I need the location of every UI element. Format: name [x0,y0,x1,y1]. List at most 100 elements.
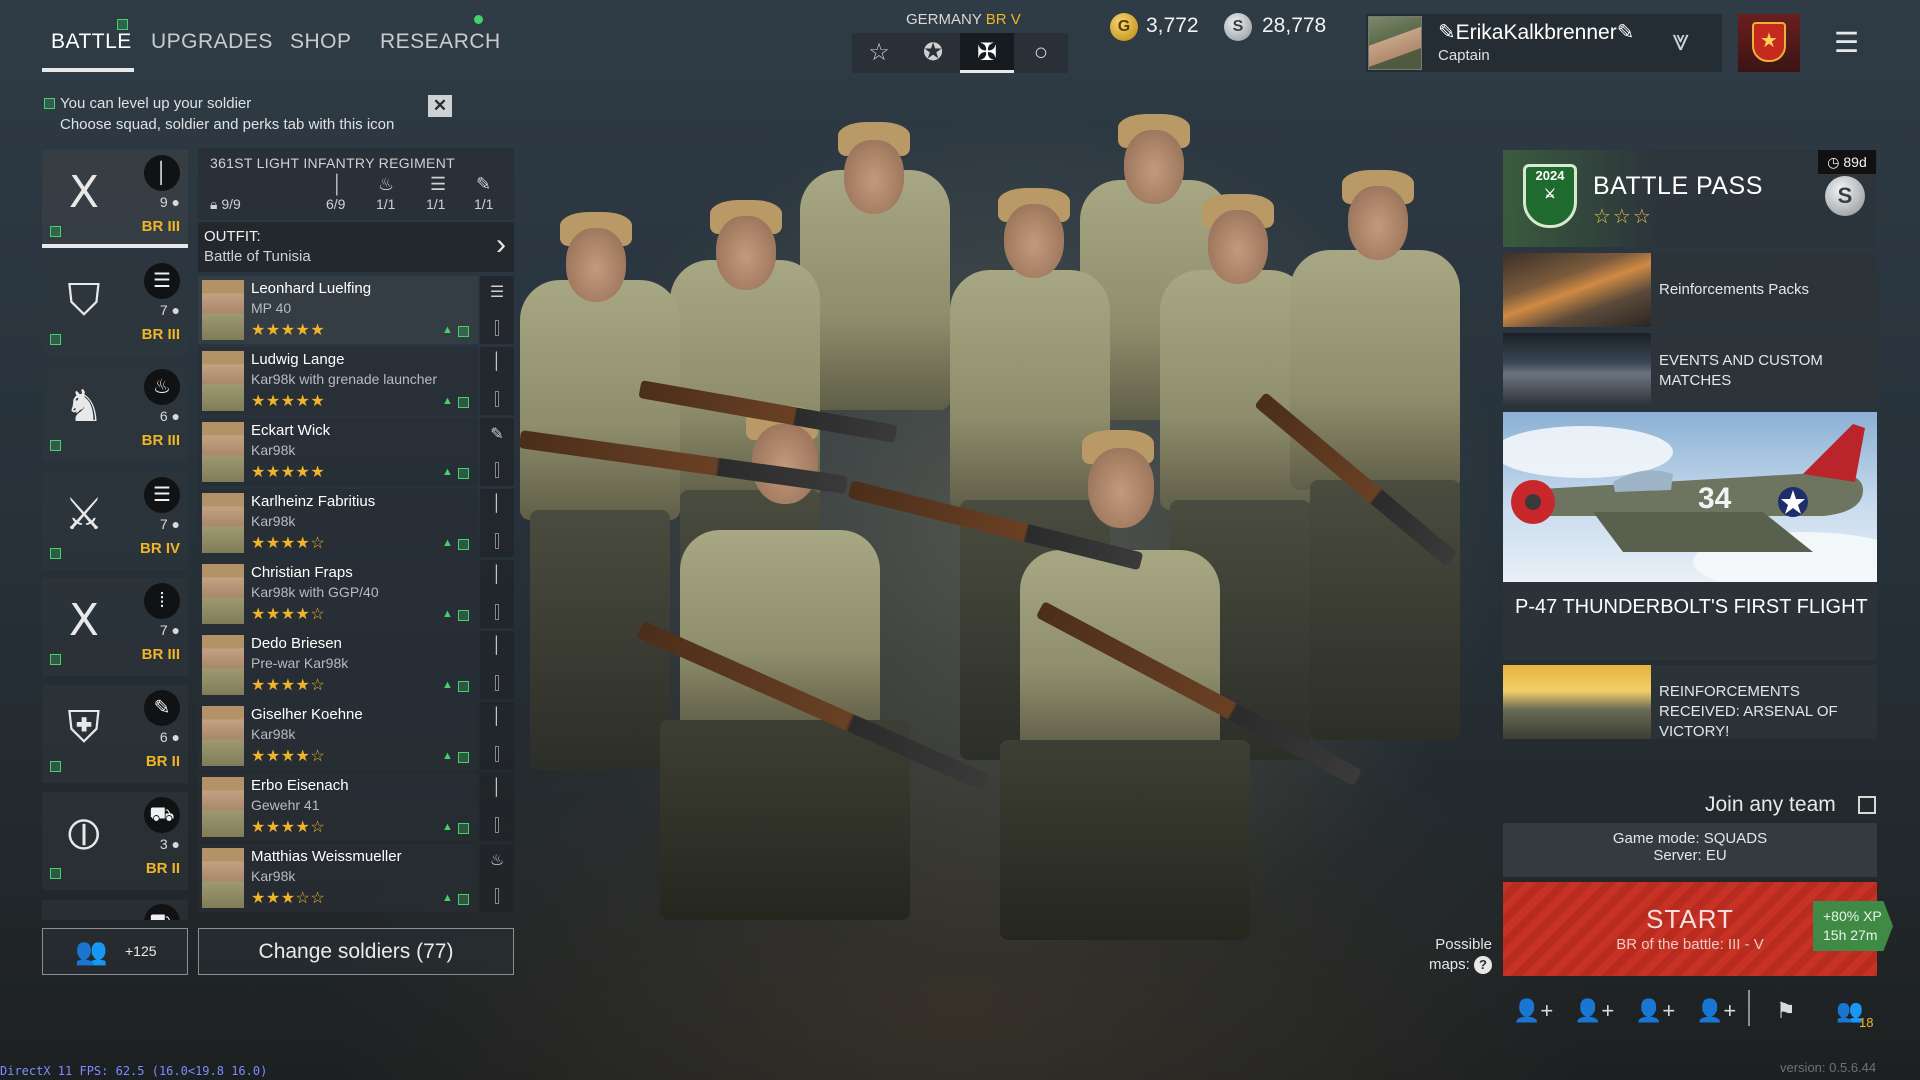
squad-soldier-count: 7 ● [159,622,180,638]
squad-br: BR II [145,860,180,877]
soldier-class-icon: ✎ [490,426,504,443]
soldier-class-slot[interactable]: │ [480,702,514,770]
possible-maps[interactable]: Possible maps: ? [1418,935,1492,975]
soldier-class-slot[interactable]: ✎ [480,418,514,486]
nation-usa-button[interactable]: ☆ [852,33,906,73]
news-reinforcements-packs[interactable]: Reinforcements Packs [1503,253,1877,327]
invite-friend-icon[interactable]: 👤+ [1574,998,1614,1024]
squad-soldier-count: 6 ● [159,729,180,745]
invite-friend-icon[interactable]: 👤+ [1696,998,1736,1024]
squad-card[interactable]: ⦶ ⛟ 3 ● BR II [42,792,188,890]
level-up-icon: ▲ [442,466,453,478]
flame-icon: ♨ [144,369,180,405]
flag-icon[interactable]: ⚑ [1776,998,1796,1024]
soldier-name: Giselher Koehne [251,706,363,723]
news-events-custom-matches[interactable]: EVENTS AND CUSTOM MATCHES [1503,333,1877,407]
rifle-icon: │ [144,155,180,191]
add-squad-button[interactable]: 👥 +125 [42,928,188,975]
soldier-name: Eckart Wick [251,422,331,439]
soldier-weapon: Gewehr 41 [251,797,320,813]
regiment-stat-list: 1/1 [426,196,446,212]
new-indicator-icon [117,19,128,30]
gold-coin-icon: G [1110,13,1138,41]
squad-card[interactable]: Ⅹ │ 9 ● BR III [42,150,188,248]
upgrade-available-icon [458,326,469,337]
squad-card[interactable]: ⚔ ☰ 7 ● BR IV [42,472,188,570]
person-icon: ● [171,836,180,852]
flame-icon: ♨ [378,174,395,194]
army-badge[interactable]: ★ [1738,14,1800,72]
squad-card[interactable]: Ⅹ ⁞ 7 ● BR III [42,578,188,676]
soldier-row[interactable]: Erbo Eisenach Gewehr 41 ★★★★☆ ▲ [198,773,478,841]
plane-number: 34 [1698,482,1732,515]
squad-card[interactable]: ⛟ [42,900,188,920]
slot-indicator [495,320,499,336]
regiment-stat-wrench: 1/1 [474,196,494,212]
tab-research[interactable]: RESEARCH [380,30,501,54]
silver-coin-icon: S [1825,176,1865,216]
soldier-class-slot[interactable]: │ [480,560,514,628]
nation-ussr-button[interactable]: ✪ [906,33,960,73]
tab-upgrades[interactable]: UPGRADES [151,30,273,54]
news-thumbnail [1503,253,1651,327]
tab-shop[interactable]: SHOP [290,30,352,54]
soldier-class-icon: │ [492,637,502,654]
avatar[interactable] [1368,16,1422,70]
soldier-rank-stars: ★★★★★ [251,464,326,481]
level-up-icon: ▲ [442,679,453,691]
star-icon: ☆ [868,39,890,66]
outfit-selector[interactable]: OUTFIT: Battle of Tunisia › [198,222,514,272]
soldier-row[interactable]: Eckart Wick Kar98k ★★★★★ ▲ [198,418,478,486]
regiment-header: 361ST LIGHT INFANTRY REGIMENT 🔒︎ 9/9 │ 6… [198,148,514,220]
join-any-team-checkbox[interactable] [1858,796,1876,814]
lock-icon: 🔒︎ [210,196,218,212]
squad-card[interactable]: ⛨ ✎ 6 ● BR II [42,685,188,783]
soldier-name: Erbo Eisenach [251,777,349,794]
person-icon: ● [171,729,180,745]
soldier-class-slot[interactable]: │ [480,489,514,557]
silver-amount[interactable]: 28,778 [1262,14,1326,38]
soldier-class-slot[interactable]: ♨ [480,844,514,912]
soldier-row[interactable]: Karlheinz Fabritius Kar98k ★★★★☆ ▲ [198,489,478,557]
game-mode-info[interactable]: Game mode: SQUADS Server: EU [1503,823,1877,877]
soldier-class-slot[interactable]: ☰ [480,276,514,344]
change-soldiers-button[interactable]: Change soldiers (77) [198,928,514,975]
soldier-row[interactable]: Ludwig Lange Kar98k with grenade launcher… [198,347,478,415]
news-arsenal-of-victory[interactable]: REINFORCEMENTS RECEIVED: ARSENAL OF VICT… [1503,665,1877,740]
list-icon: ☰ [430,174,447,194]
nation-germany-button[interactable]: ✠ [960,33,1014,73]
gold-amount[interactable]: 3,772 [1146,14,1199,38]
group-icon: 👥 [75,936,108,966]
squad-card[interactable]: ♞ ♨ 6 ● BR III [42,364,188,462]
soldier-row[interactable]: Giselher Koehne Kar98k ★★★★☆ ▲ [198,702,478,770]
news-p47-first-flight[interactable]: 34 P-47 THUNDERBOLT'S FIRST FLIGHT [1503,412,1877,660]
upgrade-available-icon [50,868,61,879]
soldier-row[interactable]: Christian Fraps Kar98k with GGP/40 ★★★★☆ ▲ [198,560,478,628]
shield-star-icon: ★ [1752,22,1786,62]
soldier-class-slot[interactable]: │ [480,773,514,841]
squad-br: BR II [145,753,180,770]
nation-japan-button[interactable]: ○ [1014,33,1068,73]
close-hint-button[interactable]: ✕ [428,95,452,117]
soldier-weapon: Kar98k with grenade launcher [251,371,438,387]
soldier-row[interactable]: Dedo Briesen Pre-war Kar98k ★★★★☆ ▲ [198,631,478,699]
soldier-class-slot[interactable]: │ [480,631,514,699]
soldier-portrait [202,777,244,837]
soldier-row[interactable]: Leonhard Luelfing MP 40 ★★★★★ ▲ [198,276,478,344]
upgrade-available-icon [458,752,469,763]
battle-pass-title: BATTLE PASS [1593,172,1763,200]
regiment-stat-flame: 1/1 [376,196,396,212]
chevron-right-icon: › [496,228,506,261]
outfit-label: OUTFIT: [204,228,261,245]
squad-card[interactable]: ⛉ ☰ 7 ● BR III [42,258,188,356]
invite-friend-icon[interactable]: 👤+ [1635,998,1675,1024]
battle-pass-timer: ◷ 89d [1818,150,1876,174]
rank-chevron-icon[interactable]: ⩔ [1672,24,1689,58]
tab-battle[interactable]: BATTLE [51,30,132,54]
slot-indicator [495,817,499,833]
soldier-row[interactable]: Matthias Weissmueller Kar98k ★★★☆☆ ▲ [198,844,478,912]
version-label: version: 0.5.6.44 [1780,1060,1877,1075]
soldier-class-slot[interactable]: │ [480,347,514,415]
invite-friend-icon[interactable]: 👤+ [1513,998,1553,1024]
menu-icon[interactable]: ☰ [1834,26,1859,59]
